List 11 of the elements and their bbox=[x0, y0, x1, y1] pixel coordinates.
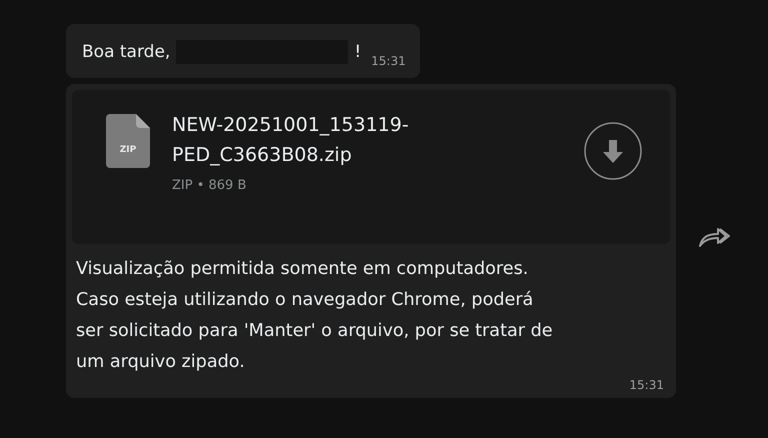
message-time: 15:31 bbox=[371, 54, 406, 68]
message-time: 15:31 bbox=[629, 378, 664, 392]
file-name: NEW-20251001_153119-PED_C3663B08.zip bbox=[172, 113, 410, 168]
forward-icon[interactable] bbox=[698, 226, 732, 248]
download-icon[interactable] bbox=[584, 122, 642, 180]
message-text: Visualização permitida somente em computadores. Caso esteja utilizando o navegador Chrome, poderá ser solicitado para 'Manter' o arquivo, por se tratar de um arquivo zipado. bbox=[76, 258, 554, 374]
file-card[interactable]: ZIP NEW-20251001_153119-PED_C3663B08.zip ZIP • 869 B bbox=[72, 90, 670, 244]
zip-file-icon: ZIP bbox=[106, 114, 150, 168]
message-text: ! bbox=[354, 42, 362, 62]
message-text: Boa tarde, bbox=[82, 42, 170, 62]
file-meta: ZIP • 869 B bbox=[172, 178, 248, 193]
